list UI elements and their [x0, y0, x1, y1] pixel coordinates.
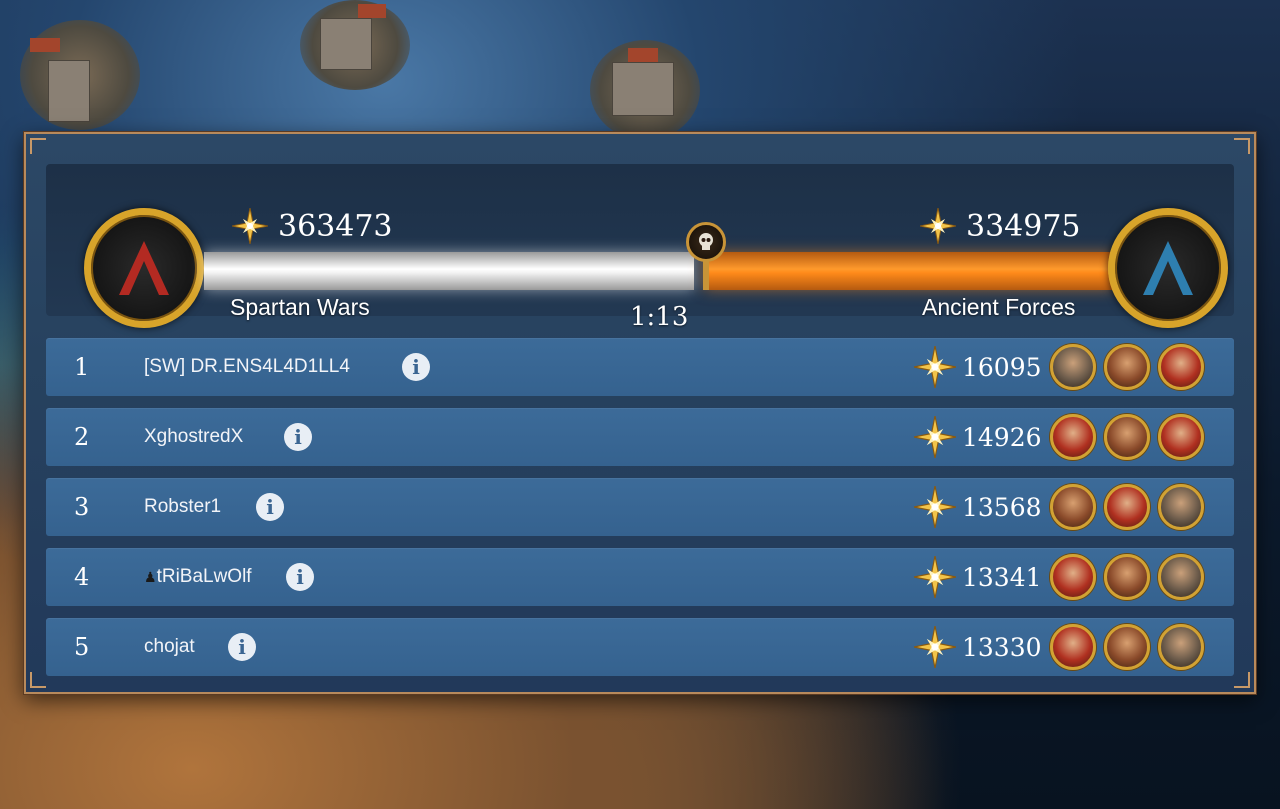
left-team-progress-bar	[204, 252, 694, 290]
player-name: [SW] DR.ENS4L4D1LL4	[144, 356, 350, 377]
right-team-score-value: 334975	[966, 208, 1081, 244]
hero-portrait[interactable]	[1050, 554, 1096, 600]
hero-lineup	[1050, 344, 1204, 390]
star-compass-icon	[920, 208, 956, 244]
player-name: Robster1	[144, 496, 222, 517]
hero-portrait[interactable]	[1104, 624, 1150, 670]
hero-portrait[interactable]	[1158, 344, 1204, 390]
player-score-value: 13330	[962, 632, 1042, 662]
star-compass-icon	[914, 486, 956, 528]
player-name: tRiBaLwOlf	[156, 566, 252, 587]
right-team-score: 334975	[920, 206, 1081, 246]
player-score-value: 16095	[962, 352, 1042, 382]
battle-header: 363473 334975 Spartan Wars Ancient Force…	[46, 164, 1234, 332]
player-score-value: 13341	[962, 562, 1042, 592]
leaderboard-row[interactable]: 5 chojat i 13330	[46, 618, 1234, 676]
player-score: 13330	[914, 618, 1042, 676]
corner-ornament	[1234, 138, 1250, 154]
hero-portrait[interactable]	[1104, 554, 1150, 600]
wolf-icon: ♟	[144, 569, 157, 585]
left-team-score: 363473	[232, 206, 393, 246]
player-name: XghostredX	[144, 426, 244, 447]
corner-ornament	[1234, 672, 1250, 688]
star-compass-icon	[914, 626, 956, 668]
player-score: 14926	[914, 408, 1042, 466]
leaderboard-row[interactable]: 4 ♟tRiBaLwOlf i 13341	[46, 548, 1234, 606]
leaderboard-row[interactable]: 1 [SW] DR.ENS4L4D1LL4 i 16095	[46, 338, 1234, 396]
star-compass-icon	[914, 556, 956, 598]
marker-stem	[703, 260, 709, 290]
hero-portrait[interactable]	[1050, 484, 1096, 530]
hero-lineup	[1050, 414, 1204, 460]
star-compass-icon	[232, 208, 268, 244]
hero-portrait[interactable]	[1050, 344, 1096, 390]
right-team-name: Ancient Forces	[922, 294, 1076, 320]
info-icon[interactable]: i	[284, 423, 312, 451]
hero-portrait[interactable]	[1050, 414, 1096, 460]
battle-timer: 1:13	[630, 302, 689, 332]
player-rank: 3	[74, 493, 90, 521]
player-score: 16095	[914, 338, 1042, 396]
star-compass-icon	[914, 416, 956, 458]
info-icon[interactable]: i	[228, 633, 256, 661]
hero-portrait[interactable]	[1158, 624, 1204, 670]
info-icon[interactable]: i	[402, 353, 430, 381]
skull-icon	[686, 222, 726, 262]
lambda-icon	[1143, 241, 1193, 295]
star-compass-icon	[914, 346, 956, 388]
corner-ornament	[30, 672, 46, 688]
hero-portrait[interactable]	[1158, 414, 1204, 460]
player-rank: 2	[74, 423, 90, 451]
player-name: chojat	[144, 636, 195, 657]
hero-portrait[interactable]	[1158, 554, 1204, 600]
hero-portrait[interactable]	[1050, 624, 1096, 670]
hero-portrait[interactable]	[1104, 344, 1150, 390]
player-name-with-icon: ♟tRiBaLwOlf	[144, 548, 252, 606]
player-score: 13341	[914, 548, 1042, 606]
hero-lineup	[1050, 554, 1204, 600]
hero-lineup	[1050, 624, 1204, 670]
right-team-progress-bar	[704, 252, 1114, 290]
right-team-emblem[interactable]	[1108, 208, 1228, 328]
battle-scoreboard-panel: 363473 334975 Spartan Wars Ancient Force…	[24, 132, 1256, 694]
hero-portrait[interactable]	[1104, 484, 1150, 530]
hero-portrait[interactable]	[1104, 414, 1150, 460]
player-rank: 4	[74, 563, 90, 591]
leaderboard: 1 [SW] DR.ENS4L4D1LL4 i 16095 2 Xghostre…	[46, 338, 1234, 688]
info-icon[interactable]: i	[286, 563, 314, 591]
player-score-value: 14926	[962, 422, 1042, 452]
corner-ornament	[30, 138, 46, 154]
left-team-score-value: 363473	[278, 208, 393, 244]
left-team-name: Spartan Wars	[230, 294, 370, 320]
player-score-value: 13568	[962, 492, 1042, 522]
player-score: 13568	[914, 478, 1042, 536]
info-icon[interactable]: i	[256, 493, 284, 521]
leaderboard-row[interactable]: 3 Robster1 i 13568	[46, 478, 1234, 536]
lambda-icon	[119, 241, 169, 295]
hero-portrait[interactable]	[1158, 484, 1204, 530]
hero-lineup	[1050, 484, 1204, 530]
leaderboard-row[interactable]: 2 XghostredX i 14926	[46, 408, 1234, 466]
left-team-emblem[interactable]	[84, 208, 204, 328]
player-rank: 5	[74, 633, 90, 661]
player-rank: 1	[74, 353, 90, 381]
